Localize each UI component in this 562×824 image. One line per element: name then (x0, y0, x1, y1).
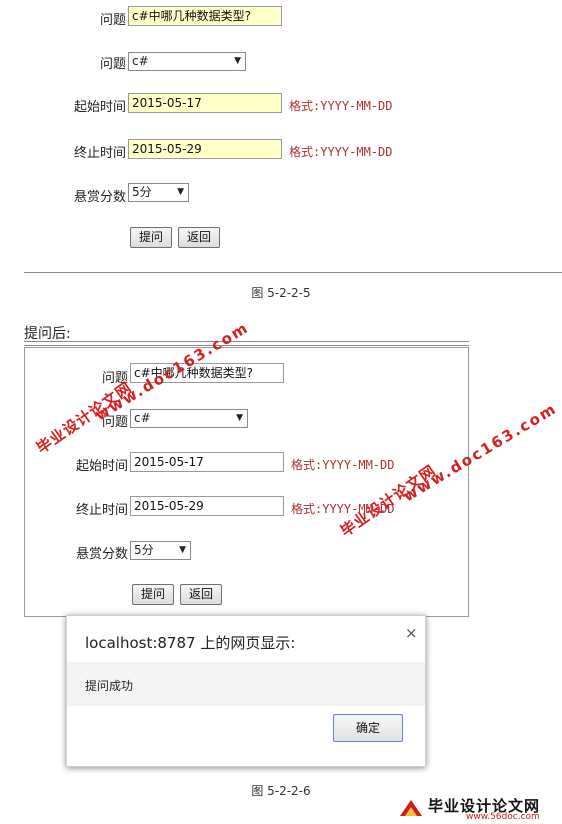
start-time-label: 起始时间 (73, 100, 126, 115)
chevron-down-icon: ▼ (177, 187, 184, 197)
reward-select[interactable]: 5分 ▼ (128, 183, 189, 202)
end-format-hint: 格式:YYYY-MM-DD (289, 145, 393, 159)
submit-button[interactable]: 提问 (130, 227, 172, 248)
start-format-hint: 格式:YYYY-MM-DD (289, 99, 393, 113)
dialog-message: 提问成功 (85, 679, 134, 693)
reward-label: 悬赏分数 (73, 190, 126, 205)
category-select[interactable]: c# ▼ (130, 409, 248, 428)
submit-button[interactable]: 提问 (132, 584, 174, 605)
start-time-input[interactable]: 2015-05-17 (128, 93, 282, 113)
category-select[interactable]: c# ▼ (128, 52, 246, 71)
question-input[interactable]: c#中哪几种数据类型? (128, 6, 282, 26)
category-select-value: c# (132, 54, 149, 68)
end-time-label: 终止时间 (73, 146, 126, 161)
dialog-title: localhost:8787 上的网页显示: (85, 634, 296, 652)
ok-button[interactable]: 确定 (333, 714, 403, 742)
back-button[interactable]: 返回 (178, 227, 220, 248)
logo-icon (400, 800, 422, 816)
back-button[interactable]: 返回 (180, 584, 222, 605)
reward-select[interactable]: 5分 ▼ (130, 541, 191, 560)
divider (24, 272, 562, 273)
reward-select-value: 5分 (132, 185, 152, 199)
reward-select-value: 5分 (134, 543, 154, 557)
end-time-input[interactable]: 2015-05-29 (128, 139, 282, 159)
end-time-input[interactable]: 2015-05-29 (130, 496, 284, 516)
alert-dialog: localhost:8787 上的网页显示: × 提问成功 确定 (66, 615, 426, 767)
close-icon[interactable]: × (405, 624, 418, 642)
category-label: 问题 (99, 57, 126, 72)
double-rule (24, 341, 469, 346)
start-time-label: 起始时间 (75, 459, 128, 474)
section-heading: 提问后: (24, 326, 71, 342)
chevron-down-icon: ▼ (179, 545, 186, 555)
figure-caption-1: 图 5-2-2-5 (251, 286, 311, 300)
start-time-input[interactable]: 2015-05-17 (130, 452, 284, 472)
reward-label: 悬赏分数 (75, 547, 128, 562)
start-format-hint: 格式:YYYY-MM-DD (291, 458, 395, 472)
chevron-down-icon: ▼ (234, 56, 241, 66)
category-select-value: c# (134, 411, 151, 425)
footer-site-url: www.56doc.com (466, 812, 540, 822)
chevron-down-icon: ▼ (236, 413, 243, 423)
question-label: 问题 (99, 13, 126, 28)
end-time-label: 终止时间 (75, 503, 128, 518)
